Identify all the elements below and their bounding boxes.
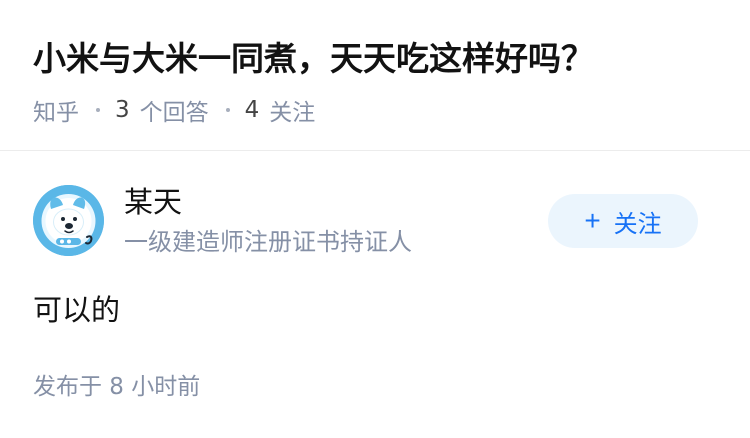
question-header: 小米与大米一同煮，天天吃这样好吗？ 知乎 3 个回答 4 关注	[0, 0, 750, 151]
follower-count-label: 关注	[269, 100, 316, 126]
dog-astronaut-avatar-icon[interactable]	[33, 185, 104, 256]
avatar-illustration	[33, 185, 104, 256]
meta-separator-dot	[225, 108, 230, 112]
publish-time: 发布于 8 小时前	[33, 374, 201, 400]
source-label: 知乎	[33, 100, 79, 126]
answer-count: 3	[115, 97, 130, 123]
author-headline: 一级建造师注册证书持证人	[124, 228, 412, 256]
author-name[interactable]: 某天	[124, 182, 182, 222]
question-title[interactable]: 小米与大米一同煮，天天吃这样好吗？	[33, 36, 723, 82]
follow-button[interactable]: + 关注	[548, 194, 698, 248]
question-answer-page: 小米与大米一同煮，天天吃这样好吗？ 知乎 3 个回答 4 关注 某天 一级建造师…	[0, 0, 750, 438]
answer-count-label: 个回答	[139, 100, 209, 126]
meta-separator-dot	[96, 108, 100, 112]
follower-count: 4	[244, 97, 260, 123]
plus-icon: +	[584, 205, 601, 236]
answer-card: 某天 一级建造师注册证书持证人 + 关注 可以的 发布于 8 小时前	[0, 152, 750, 438]
follow-button-label: 关注	[613, 210, 662, 238]
answer-content[interactable]: 可以的	[33, 290, 120, 330]
question-meta: 知乎 3 个回答 4 关注	[33, 95, 316, 126]
